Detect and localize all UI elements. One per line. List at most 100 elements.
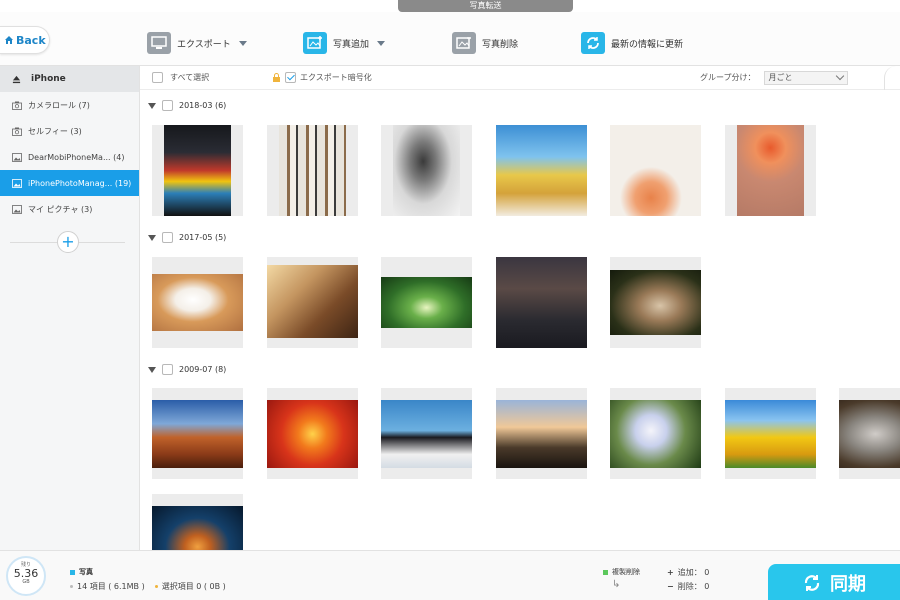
photo-thumb[interactable] — [152, 125, 243, 216]
window-title: 写真転送 — [398, 0, 573, 12]
photo-thumb[interactable] — [610, 125, 701, 216]
lock-icon — [273, 73, 280, 82]
photo-image — [381, 277, 472, 328]
photo-thumb[interactable] — [152, 494, 243, 550]
photo-image — [393, 125, 460, 216]
legend-square — [70, 569, 75, 575]
group-checkbox[interactable] — [162, 364, 173, 375]
sync-icon — [804, 574, 820, 591]
add-photo-icon — [303, 32, 327, 54]
photo-image — [152, 506, 243, 550]
photo-thumb[interactable] — [152, 388, 243, 479]
camera-icon — [12, 127, 22, 136]
photo-thumb[interactable] — [267, 388, 358, 479]
collapse-triangle-icon[interactable] — [148, 102, 156, 109]
group-by-label: グループ分け： — [700, 73, 756, 82]
photo-thumb[interactable] — [610, 257, 701, 348]
delete-photo-label: 写真削除 — [482, 39, 519, 50]
status-bar: 残り 5.36 GB 写真 14 項目 ( 6.1MB ) 選択項目 0 ( 0… — [0, 550, 900, 600]
group-header-2017-05[interactable]: 2017-05 (5) — [148, 232, 226, 243]
sidebar-item-dearmob[interactable]: DearMobiPhoneMa... (4) — [0, 144, 139, 170]
sidebar-item-iphonephotomanager[interactable]: iPhonePhotoManag... (19) — [0, 170, 139, 196]
group-by: グループ分け： 月ごと — [700, 70, 848, 85]
photo-thumb[interactable] — [610, 388, 701, 479]
group-label: 2009-07 (8) — [179, 365, 227, 374]
photo-image — [152, 274, 243, 331]
photo-thumb[interactable] — [496, 388, 587, 479]
sidebar-item-selfie[interactable]: セルフィー (3) — [0, 118, 139, 144]
encrypt-export[interactable]: エクスポート暗号化 — [272, 72, 372, 83]
collapse-triangle-icon[interactable] — [148, 366, 156, 373]
chevron-down-icon[interactable] — [238, 40, 247, 46]
device-header[interactable]: iPhone — [0, 66, 139, 92]
eject-icon[interactable] — [12, 75, 21, 84]
add-album-button[interactable]: + — [57, 231, 79, 253]
group-by-value: 月ごと — [768, 73, 793, 82]
category-label: 写真 — [79, 568, 93, 576]
photo-thumb[interactable] — [267, 257, 358, 348]
photo-thumb[interactable] — [725, 388, 816, 479]
delete-photo-button[interactable]: 写真削除 — [452, 30, 518, 56]
items-text: 14 項目 ( 6.1MB ) — [77, 582, 145, 591]
camera-icon — [12, 101, 22, 110]
selected-text: 選択項目 0 ( 0B ) — [161, 582, 226, 591]
toolbar: Back エクスポート 写真追加 写真削除 最新の情報に更新 — [0, 12, 900, 66]
back-label: Back — [16, 33, 46, 47]
photo-thumb[interactable] — [267, 125, 358, 216]
added-count: + 追加： 0 — [667, 568, 710, 577]
sidebar-item-label: iPhonePhotoManag... (19) — [28, 178, 132, 188]
storage-value: 5.36 — [13, 567, 39, 580]
group-checkbox[interactable] — [162, 100, 173, 111]
photo-thumb[interactable] — [725, 125, 816, 216]
sync-label: 同期 — [830, 573, 866, 595]
photo-thumb[interactable] — [381, 388, 472, 479]
photo-thumb[interactable] — [496, 125, 587, 216]
photo-image — [279, 125, 346, 216]
photo-thumb[interactable] — [381, 125, 472, 216]
select-all-checkbox[interactable] — [152, 72, 163, 83]
chevron-down-icon[interactable] — [377, 40, 386, 46]
export-button[interactable]: エクスポート — [147, 30, 247, 56]
sidebar-item-my-pictures[interactable]: マイ ピクチャ (3) — [0, 196, 139, 222]
photo-thumb[interactable] — [152, 257, 243, 348]
select-all-label: すべて選択 — [170, 73, 210, 82]
back-button[interactable]: Back — [0, 26, 50, 54]
collapse-triangle-icon[interactable] — [148, 234, 156, 241]
photo-thumb[interactable] — [839, 388, 900, 479]
home-icon — [5, 36, 13, 44]
sidebar: iPhone カメラロール (7) セルフィー (3) DearMobiPhon… — [0, 66, 140, 550]
photo-image — [164, 125, 231, 216]
group-by-select[interactable]: 月ごと — [763, 70, 848, 85]
photo-thumb[interactable] — [496, 257, 587, 348]
add-album-area: + — [0, 222, 139, 262]
export-label: エクスポート — [177, 39, 231, 50]
group-checkbox[interactable] — [162, 232, 173, 243]
add-photo-button[interactable]: 写真追加 — [303, 30, 386, 56]
refresh-button[interactable]: 最新の情報に更新 — [581, 30, 683, 56]
photo-image — [381, 400, 472, 468]
photo-image — [725, 400, 816, 468]
sidebar-item-label: セルフィー (3) — [28, 126, 82, 136]
album-icon — [12, 152, 22, 162]
arrow-icon: ↳ — [612, 579, 621, 590]
photo-image — [267, 265, 358, 338]
removed-count: − 削除： 0 — [667, 582, 710, 591]
encrypt-checkbox[interactable] — [285, 72, 296, 83]
duplicate-delete-legend: 複製削除 — [603, 567, 640, 577]
sync-button[interactable]: 同期 — [768, 564, 900, 600]
panel-corner — [884, 66, 900, 90]
photo-image — [496, 257, 587, 348]
group-header-2009-07[interactable]: 2009-07 (8) — [148, 364, 226, 375]
selected-count: 選択項目 0 ( 0B ) — [154, 581, 226, 592]
encrypt-label: エクスポート暗号化 — [300, 73, 372, 82]
group-header-2018-03[interactable]: 2018-03 (6) — [148, 100, 226, 111]
filter-bar: すべて選択 エクスポート暗号化 グループ分け： 月ごと — [140, 66, 900, 90]
sidebar-item-label: カメラロール (7) — [28, 100, 90, 110]
added-text: 追加： 0 — [677, 568, 710, 577]
removed-text: 削除： 0 — [677, 582, 710, 591]
select-all[interactable]: すべて選択 — [152, 72, 209, 83]
sidebar-item-camera-roll[interactable]: カメラロール (7) — [0, 92, 139, 118]
photo-thumb[interactable] — [381, 257, 472, 348]
sidebar-item-label: DearMobiPhoneMa... (4) — [28, 152, 125, 162]
item-stats: 14 項目 ( 6.1MB ) 選択項目 0 ( 0B ) — [70, 581, 226, 592]
